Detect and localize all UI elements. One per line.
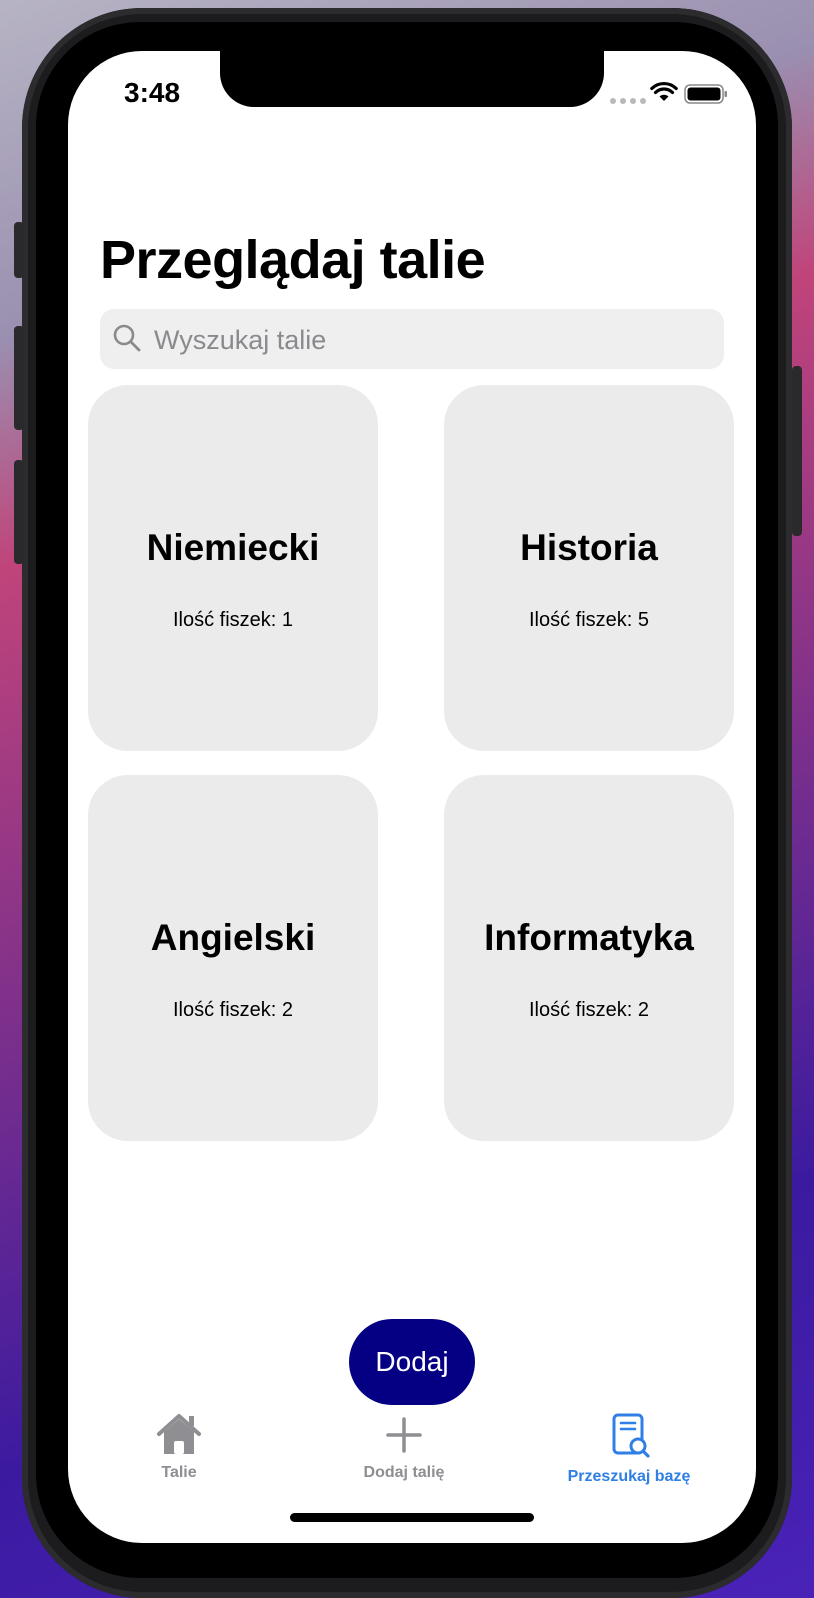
- deck-name: Historia: [520, 527, 658, 568]
- tab-label: Dodaj talię: [363, 1464, 445, 1481]
- search-icon: [113, 324, 141, 352]
- deck-card-count: Ilość fiszek: 2: [172, 999, 294, 1021]
- deck-card-informatyka[interactable]: Informatyka Ilość fiszek: 2: [444, 775, 734, 1141]
- tab-label: Talie: [161, 1464, 197, 1481]
- tab-dodaj-talie[interactable]: Dodaj talię: [304, 1413, 504, 1482]
- app-screen: 3:48 Przeglądaj talie Niemiecki Ilość fi…: [68, 51, 756, 1543]
- search-input[interactable]: [152, 319, 716, 361]
- deck-name: Informatyka: [484, 917, 694, 958]
- notch: [220, 51, 604, 107]
- deck-card-niemiecki[interactable]: Niemiecki Ilość fiszek: 1: [88, 385, 378, 751]
- deck-card-angielski[interactable]: Angielski Ilość fiszek: 2: [88, 775, 378, 1141]
- house-icon: [157, 1414, 201, 1454]
- volume-up-button: [14, 326, 24, 430]
- battery-icon: [684, 84, 727, 104]
- deck-card-historia[interactable]: Historia Ilość fiszek: 5: [444, 385, 734, 751]
- mute-switch: [14, 222, 24, 278]
- volume-down-button: [14, 460, 24, 564]
- plus-icon: [386, 1417, 422, 1453]
- add-button[interactable]: Dodaj: [349, 1319, 475, 1405]
- cellular-dots-icon: [610, 98, 646, 104]
- doc-search-icon: [612, 1413, 650, 1458]
- search-bar[interactable]: [100, 309, 724, 369]
- wifi-icon: [650, 81, 678, 101]
- deck-card-count: Ilość fiszek: 1: [172, 609, 294, 631]
- power-button: [792, 366, 802, 536]
- deck-card-count: Ilość fiszek: 5: [528, 609, 650, 631]
- home-indicator[interactable]: [290, 1513, 534, 1522]
- deck-name: Niemiecki: [146, 527, 320, 568]
- deck-name: Angielski: [150, 917, 316, 958]
- tab-talie[interactable]: Talie: [79, 1413, 279, 1482]
- status-time: 3:48: [124, 77, 181, 108]
- tab-label: Przeszukaj bazę: [567, 1468, 691, 1485]
- page-title: Przeglądaj talie: [100, 230, 486, 290]
- tab-przeszukaj-baze[interactable]: Przeszukaj bazę: [529, 1413, 729, 1486]
- deck-card-count: Ilość fiszek: 2: [528, 999, 650, 1021]
